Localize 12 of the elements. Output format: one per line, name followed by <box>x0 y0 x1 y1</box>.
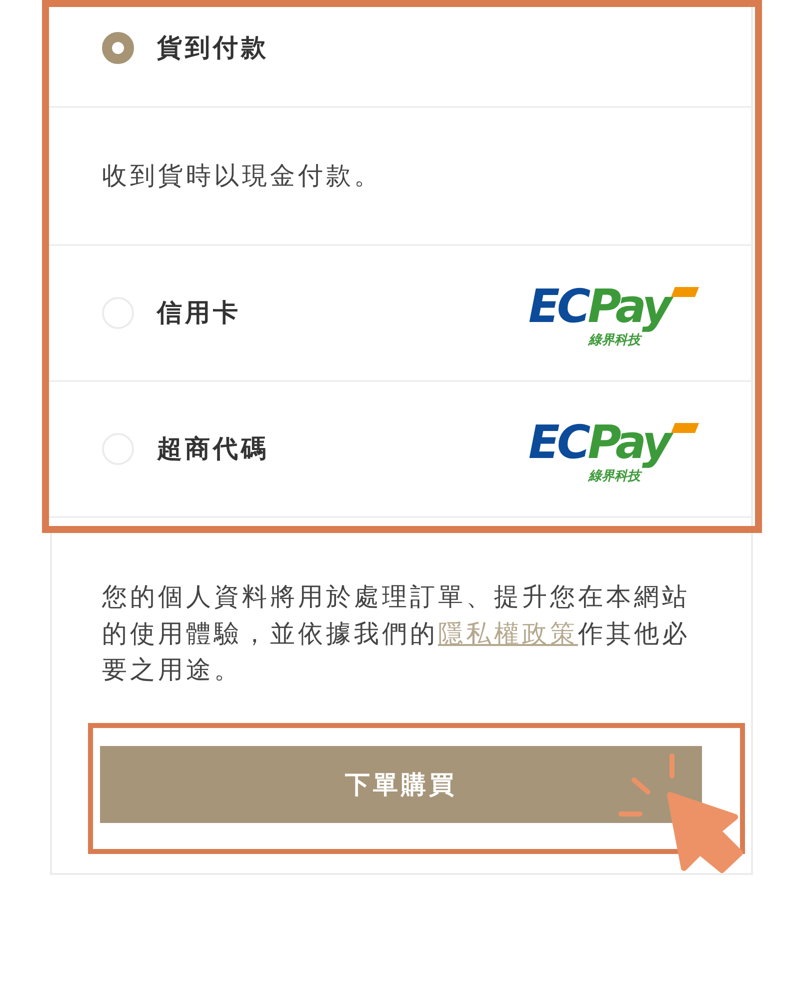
payment-description: 收到貨時以現金付款。 <box>102 160 382 192</box>
logo-tagline: 綠界科技 <box>588 468 642 484</box>
logo-wordmark: ECPay <box>526 414 677 468</box>
logo-stripe-icon <box>671 422 699 432</box>
privacy-notice-text: 您的個人資料將用於處理訂單、提升您在本網站的使用體驗，並依據我們的 隱私權政策作其他必要之用途。 <box>102 581 691 686</box>
option-label[interactable]: 貨到付款 <box>157 32 269 64</box>
option-label[interactable]: 信用卡 <box>157 297 241 329</box>
radio-button[interactable] <box>102 32 134 64</box>
option-label[interactable]: 超商代碼 <box>157 433 269 465</box>
logo-tagline: 綠界科技 <box>588 332 642 348</box>
logo-wordmark: ECPay <box>526 278 677 332</box>
logo-stripe-icon <box>671 286 699 296</box>
